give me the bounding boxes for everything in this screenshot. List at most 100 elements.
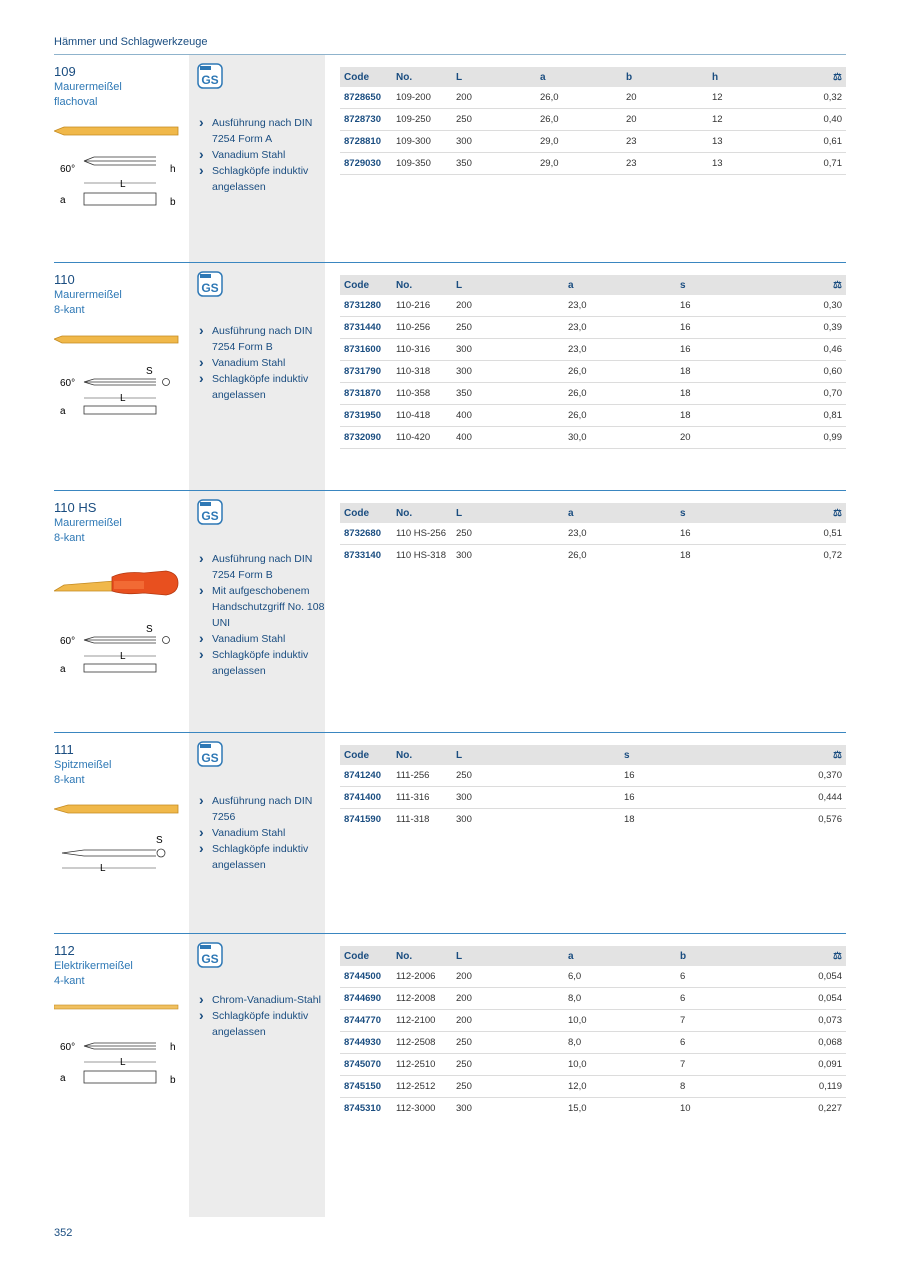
col-header: L	[452, 67, 536, 87]
table-cell: 112-2508	[392, 1031, 452, 1054]
col-header: Code	[340, 503, 392, 523]
col-header: a	[536, 67, 622, 87]
product-table: Code No. L a b ⚖ 8744500 112-2006 200 6,0 6 0…	[340, 946, 846, 1119]
feature-item: Schlagköpfe induktiv angelassen	[199, 840, 331, 873]
col-header: b	[622, 67, 708, 87]
table-cell: 112-2100	[392, 1009, 452, 1032]
table-cell: 300	[452, 786, 620, 809]
product-code-cell: 8745310	[344, 1103, 381, 1114]
table-cell: 26,0	[564, 382, 676, 405]
weight-icon: ⚖	[788, 745, 846, 765]
table-cell: 0,60	[788, 360, 846, 383]
col-header: Code	[340, 67, 392, 87]
product-name-line1: Elektrikermeißel	[54, 960, 133, 972]
table-row: 8731870 110-358 350 26,0 18 0,70	[340, 382, 846, 405]
table-cell: 112-2510	[392, 1053, 452, 1076]
gs-certification-icon: GS	[197, 741, 223, 767]
section-divider	[54, 490, 846, 491]
product-name-line1: Maurermeißel	[54, 81, 122, 93]
table-header-row: Code No. L a s ⚖	[340, 275, 846, 295]
table-cell: 0,054	[788, 987, 846, 1010]
table-row: 8729030 109-350 350 29,0 23 13 0,71	[340, 152, 846, 175]
table-cell: 0,40	[794, 108, 846, 131]
col-header: h	[708, 67, 794, 87]
table-cell: 250	[452, 765, 620, 787]
product-code-cell: 8728810	[340, 130, 392, 153]
table-cell: 16	[620, 786, 788, 809]
a-label: a	[60, 664, 66, 675]
table-cell: 0,99	[788, 426, 846, 449]
product-code-cell: 8732090	[340, 426, 392, 449]
section-divider	[54, 933, 846, 934]
product-table: Code No. L a b h ⚖ 8728650 109-200 200 26,0…	[340, 67, 846, 175]
table-row: 8728730 109-250 250 26,0 20 12 0,40	[340, 108, 846, 131]
table-cell: 20	[622, 87, 708, 109]
col-header: No.	[392, 67, 452, 87]
table-row: 8732680 110 HS-256 250 23,0 16 0,51	[340, 523, 846, 545]
table-header-row: Code No. L a s ⚖	[340, 503, 846, 523]
table-cell: 6	[676, 1031, 788, 1054]
product-table: Code No. L a s ⚖ 8731280 110-216 200 23,0 16…	[340, 275, 846, 449]
table-cell: 0,39	[788, 316, 846, 339]
angle-label: 60°	[60, 378, 75, 389]
length-label: L	[120, 1057, 126, 1068]
product-name-line1: Maurermeißel	[54, 289, 122, 301]
table-cell: 300	[452, 360, 564, 383]
product-code-cell: 8741240	[340, 765, 392, 787]
table-cell: 23,0	[564, 523, 676, 545]
table-cell: 111-318	[396, 814, 430, 825]
product-code-cell: 8729030	[340, 152, 392, 175]
table-cell: 10,0	[564, 1053, 676, 1076]
table-row: 8741400 111-316 300 16 0,444	[340, 786, 846, 809]
col-header: No.	[392, 745, 452, 765]
col-header: L	[452, 275, 564, 295]
table-row: 8744930 112-2508 250 8,0 6 0,068	[340, 1031, 846, 1054]
table-cell: 109-350	[392, 152, 452, 175]
col-header: s	[620, 745, 788, 765]
product-code-cell: 8745150	[340, 1075, 392, 1098]
table-row: 8731440 110-256 250 23,0 16 0,39	[340, 316, 846, 339]
col-header: s	[676, 275, 788, 295]
table-cell: 110-256	[392, 316, 452, 339]
weight-icon: ⚖	[788, 503, 846, 523]
feature-list: Chrom-Vanadium-Stahl Schlagköpfe indukti…	[199, 991, 331, 1040]
product-name-line2: 8-kant	[54, 532, 85, 544]
table-cell: 112-3000	[396, 1103, 436, 1114]
product-code-cell: 8731790	[340, 360, 392, 383]
svg-text:GS: GS	[201, 952, 218, 966]
product-table: Code No. L a s ⚖ 8732680 110 HS-256 250 23,…	[340, 503, 846, 566]
pointed-chisel-illustration: S L	[54, 804, 179, 873]
table-cell: 110-418	[392, 404, 452, 427]
table-cell: 250	[452, 523, 564, 545]
section-divider	[54, 732, 846, 733]
table-cell: 111-256	[392, 765, 452, 787]
table-cell: 26,0	[564, 404, 676, 427]
table-cell: 110-216	[392, 295, 452, 317]
table-cell: 23,0	[564, 316, 676, 339]
col-header: Code	[340, 275, 392, 295]
table-row: 8741590 111-318 300 18 0,576	[340, 809, 846, 831]
product-code-cell: 8744500	[340, 966, 392, 988]
chisel-with-hand-guard-illustration: S 60° L a	[54, 570, 179, 675]
table-cell: 111-316	[392, 786, 452, 809]
table-row: 8732090 110-420 400 30,0 20 0,99	[340, 426, 846, 449]
table-cell: 26,0	[568, 550, 587, 561]
table-cell: 200	[452, 87, 536, 109]
table-cell: 12	[708, 87, 794, 109]
table-cell: 250	[452, 316, 564, 339]
feature-item: Mit aufgeschobenem Handschutzgriff No. 1…	[199, 582, 331, 631]
table-cell: 300	[456, 550, 472, 561]
feature-item: Vanadium Stahl	[199, 824, 331, 841]
product-number: 110 HS	[54, 500, 97, 515]
page-number: 352	[54, 1227, 73, 1239]
col-header: No.	[392, 946, 452, 966]
angle-label: 60°	[60, 1042, 75, 1053]
table-row: 8741240 111-256 250 16 0,370	[340, 765, 846, 787]
table-cell: 300	[456, 814, 472, 825]
table-cell: 0,71	[794, 152, 846, 175]
table-cell: 16	[676, 316, 788, 339]
feature-item: Schlagköpfe induktiv angelassen	[199, 1007, 331, 1040]
product-number: 110	[54, 272, 75, 287]
length-label: L	[100, 863, 106, 873]
feature-item: Schlagköpfe induktiv angelassen	[199, 370, 331, 403]
